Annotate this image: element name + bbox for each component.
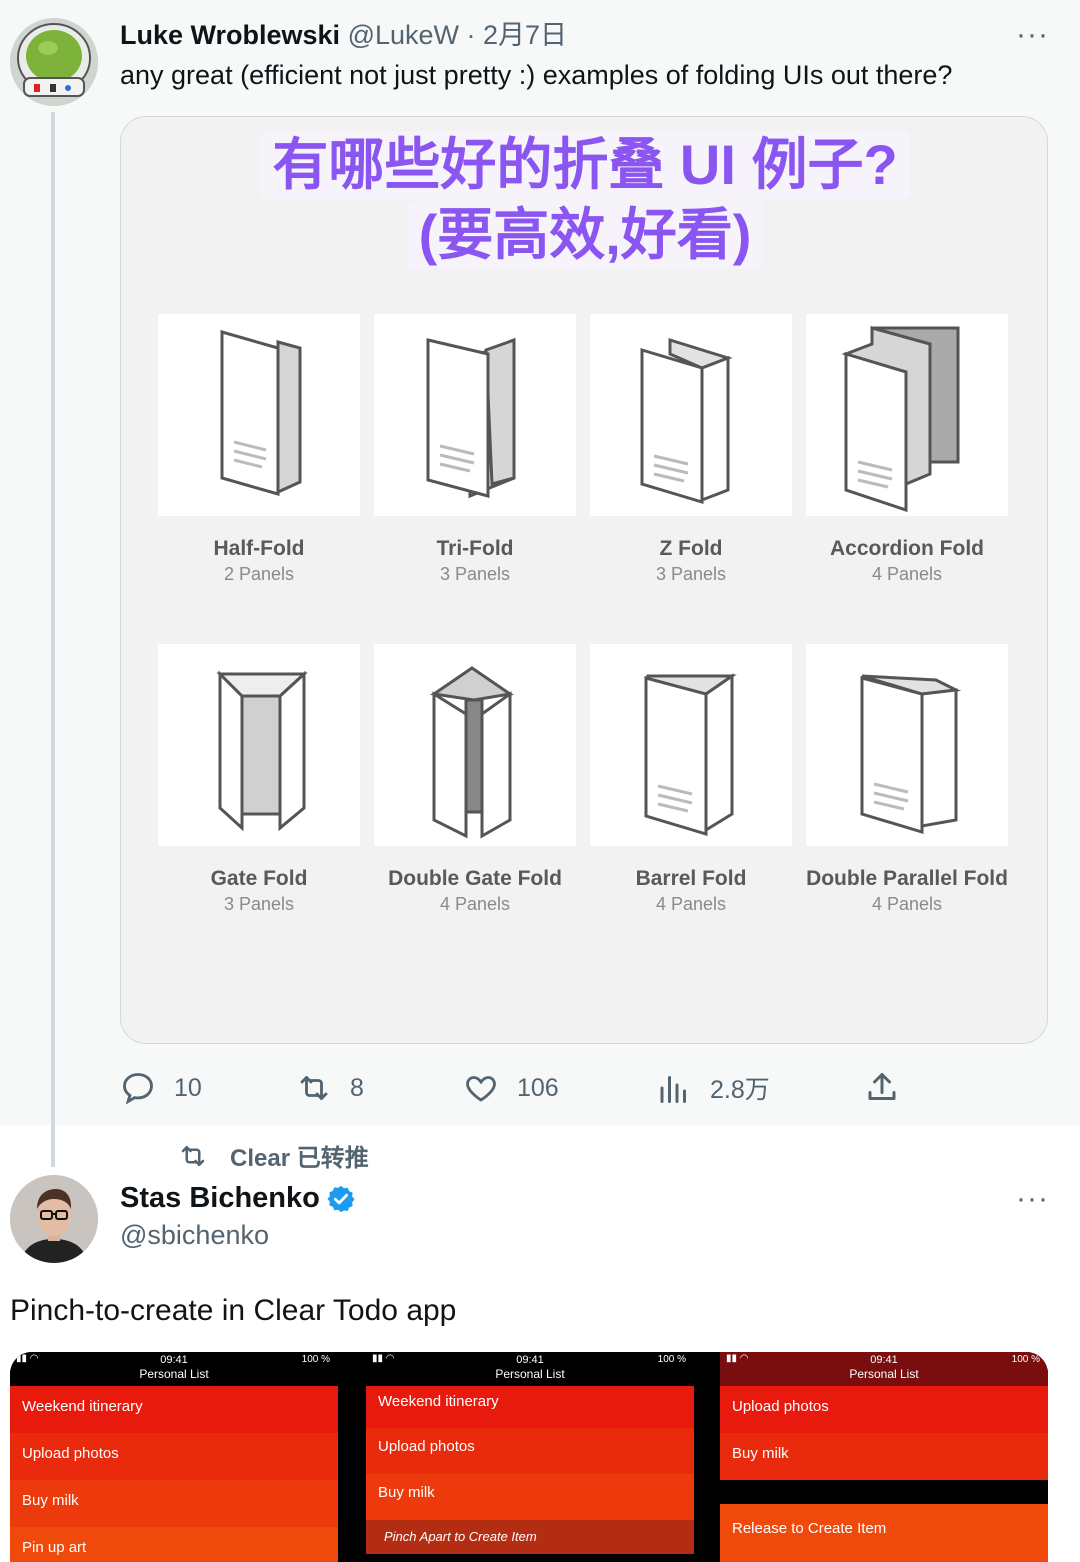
view-count: 2.8万	[710, 1076, 770, 1104]
fold-panels: 4 Panels	[655, 894, 727, 914]
retweet-icon	[300, 1076, 328, 1100]
more-options-button[interactable]: ···	[1016, 20, 1049, 50]
fold-panels: 3 Panels	[655, 564, 727, 584]
views-icon	[660, 1076, 686, 1103]
overlay-caption-line-1: 有哪些好的折叠 UI 例子?	[121, 131, 1047, 199]
author-name[interactable]: Stas Bichenko	[120, 1182, 320, 1215]
fold-name: Gate Fold	[210, 867, 308, 890]
half-fold-illustration	[220, 330, 302, 496]
gate-fold-illustration	[216, 670, 308, 832]
fold-name: Z Fold	[659, 537, 723, 560]
tweet-media[interactable]: ▮▮ ◠ 09:41 100 % Personal List Weekend i…	[10, 1352, 1048, 1562]
status-time: 09:41	[516, 1354, 544, 1366]
status-bar: ▮▮ ◠ 09:41 100 %	[366, 1352, 694, 1366]
battery-level: 100 %	[1011, 1354, 1040, 1365]
retweet-count: 8	[350, 1073, 364, 1102]
list-item[interactable]: Buy milk	[720, 1433, 1048, 1480]
barrel-fold-illustration	[644, 673, 737, 837]
reply-icon	[123, 1073, 153, 1105]
fold-double-gate: Double Gate Fold 4 Panels	[374, 644, 576, 916]
list-item[interactable]: Upload photos	[720, 1386, 1048, 1433]
fold-panels: 3 Panels	[439, 564, 511, 584]
list-title: Personal List	[139, 1367, 209, 1381]
list-item[interactable]: Upload photos	[366, 1428, 694, 1474]
fold-double-parallel: Double Parallel Fold 4 Panels	[806, 644, 1008, 916]
list-item[interactable]: Weekend itinerary	[366, 1386, 694, 1428]
phone-screen-2: ▮▮ ◠ 09:41 100 % Personal List Weekend i…	[366, 1352, 694, 1562]
list-title: Personal List	[849, 1367, 919, 1381]
tweet-image-card[interactable]: 有哪些好的折叠 UI 例子? (要高效,好看) Half-Fold 2 Pane…	[120, 116, 1048, 1044]
fold-name: Double Gate Fold	[388, 867, 562, 890]
phone-screen-3: ▮▮ ◠ 09:41 100 % Personal List Upload ph…	[720, 1352, 1048, 1562]
fold-tri: Tri-Fold 3 Panels	[374, 314, 576, 586]
fold-name: Double Parallel Fold	[806, 867, 1008, 890]
tri-fold-illustration	[426, 337, 516, 499]
phone-screen-1: ▮▮ ◠ 09:41 100 % Personal List Weekend i…	[10, 1352, 338, 1562]
thread-line-connector	[51, 1125, 55, 1167]
fold-gate: Gate Fold 3 Panels	[158, 644, 360, 916]
fold-panels: 2 Panels	[223, 564, 295, 584]
fold-panels: 4 Panels	[871, 564, 943, 584]
overlay-caption-line-2: (要高效,好看)	[121, 201, 1047, 269]
author-name[interactable]: Luke Wroblewski	[120, 20, 340, 50]
verified-badge-icon	[327, 1185, 355, 1212]
reply-button[interactable]: 10	[120, 1068, 202, 1108]
list-item[interactable]: Buy milk	[366, 1474, 694, 1520]
gap	[720, 1480, 1048, 1504]
fold-panels: 4 Panels	[439, 894, 511, 914]
retweeted-by-label: Clear 已转推	[230, 1145, 369, 1172]
battery-level: 100 %	[301, 1354, 330, 1365]
fold-panels: 4 Panels	[871, 894, 943, 914]
retweeted-by[interactable]: Clear 已转推	[178, 1138, 369, 1173]
more-options-button[interactable]: ···	[1016, 1184, 1049, 1214]
fold-name: Barrel Fold	[635, 867, 747, 890]
status-time: 09:41	[160, 1354, 188, 1366]
like-button[interactable]: 106	[463, 1068, 559, 1108]
tweet-text: Pinch-to-create in Clear Todo app	[10, 1294, 457, 1327]
status-bar: ▮▮ ◠ 09:41 100 %	[720, 1352, 1048, 1366]
list-item[interactable]: Pin up art	[10, 1527, 338, 1562]
avatar-stas[interactable]	[10, 1175, 98, 1263]
like-count: 106	[517, 1073, 559, 1102]
list-item[interactable]: Upload photos	[10, 1433, 338, 1480]
share-icon	[868, 1073, 896, 1100]
tweet-text: any great (efficient not just pretty :) …	[120, 60, 953, 90]
retweet-button[interactable]: 8	[296, 1068, 364, 1108]
fold-name: Half-Fold	[213, 537, 305, 560]
tweet-header: Luke Wroblewski @LukeW · 2月7日	[120, 18, 567, 52]
fold-name: Tri-Fold	[436, 537, 514, 560]
double-parallel-fold-illustration	[860, 674, 962, 835]
retweet-icon	[181, 1145, 205, 1166]
reply-count: 10	[174, 1073, 202, 1102]
fold-accordion: Accordion Fold 4 Panels	[806, 314, 1008, 586]
list-title: Personal List	[495, 1367, 565, 1381]
pinch-hint: Pinch Apart to Create Item	[366, 1520, 694, 1554]
status-bar: ▮▮ ◠ 09:41 100 %	[10, 1352, 338, 1366]
release-hint: Release to Create Item	[720, 1504, 1048, 1562]
thread-line	[51, 112, 55, 1167]
fold-half: Half-Fold 2 Panels	[158, 314, 360, 586]
author-meta[interactable]: @LukeW · 2月7日	[348, 20, 567, 50]
dimmed-header: ▮▮ ◠ 09:41 100 % Personal List	[720, 1352, 1048, 1386]
share-button[interactable]	[864, 1068, 918, 1108]
list-item[interactable]: Weekend itinerary	[10, 1386, 338, 1433]
status-time: 09:41	[870, 1354, 898, 1366]
fold-z: Z Fold 3 Panels	[590, 314, 792, 586]
fold-panels: 3 Panels	[223, 894, 295, 914]
fold-name: Accordion Fold	[830, 537, 984, 560]
accordion-fold-illustration	[841, 326, 960, 513]
fold-barrel: Barrel Fold 4 Panels	[590, 644, 792, 916]
author-name-row[interactable]: Stas Bichenko	[120, 1182, 356, 1215]
z-fold-illustration	[640, 337, 733, 505]
list-item[interactable]: Buy milk	[10, 1480, 338, 1527]
double-gate-fold-illustration	[430, 666, 514, 839]
author-handle[interactable]: @sbichenko	[120, 1220, 269, 1251]
battery-level: 100 %	[657, 1354, 686, 1365]
heart-icon	[466, 1076, 496, 1102]
views-button[interactable]: 2.8万	[656, 1068, 770, 1108]
avatar-luke[interactable]	[10, 18, 98, 106]
